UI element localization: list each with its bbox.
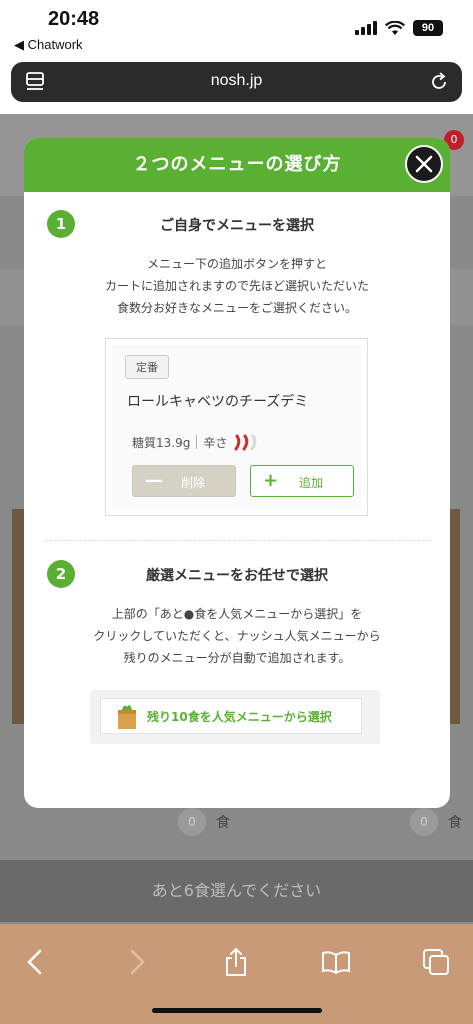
address-bar[interactable]: nosh.jp <box>11 62 462 102</box>
remaining-selection-banner: あと6食選んでください <box>0 860 473 922</box>
spice-label: 辛さ <box>203 435 228 450</box>
step-divider <box>44 540 430 541</box>
chili-pepper-icon <box>234 434 257 451</box>
plus-icon: + <box>263 470 279 491</box>
how-to-choose-modal: ２つのメニューの選び方 1 ご自身でメニューを選択 メニュー下の追加ボタンを押す… <box>24 138 450 808</box>
delete-button[interactable]: — 削除 <box>132 465 236 497</box>
menu-name: ロールキャベツのチーズデミ <box>127 394 309 410</box>
home-indicator <box>152 1008 322 1013</box>
step-2-title: 厳選メニューをお任せで選択 <box>146 568 328 584</box>
step-2-description: 上部の「あと●食を人気メニューから選択」を クリックしていただくと、ナッシュ人気… <box>93 607 381 665</box>
bookmarks-button[interactable] <box>314 940 358 984</box>
status-time: 20:48 <box>48 8 100 30</box>
chevron-right-icon <box>130 949 145 975</box>
close-icon <box>415 155 433 173</box>
tabs-button[interactable] <box>414 940 458 984</box>
grocery-bag-icon <box>118 705 136 729</box>
carbs-value: 糖質13.9g <box>132 435 191 450</box>
back-button[interactable] <box>13 940 57 984</box>
auto-select-button-frame: 残り10食を人気メニューから選択 <box>90 690 380 744</box>
step-1-title: ご自身でメニューを選択 <box>160 218 314 234</box>
browser-address-area: nosh.jp <box>0 58 473 114</box>
food-count-right: 0 <box>410 808 438 836</box>
status-bar: 20:48 ◀ Chatwork 90 <box>0 0 473 58</box>
step-1-description: メニュー下の追加ボタンを押すと カートに追加されますので先ほど選択いただいた 食… <box>104 257 369 315</box>
share-icon <box>226 947 246 976</box>
forward-button[interactable] <box>115 940 159 984</box>
share-button[interactable] <box>214 940 258 984</box>
menu-meta: 糖質13.9g 辛さ <box>132 433 261 451</box>
food-unit-left: 食 <box>216 815 230 831</box>
tabs-icon <box>423 949 449 975</box>
minus-icon: — <box>145 470 163 491</box>
close-modal-button[interactable] <box>405 145 443 183</box>
url-text: nosh.jp <box>210 72 263 89</box>
book-icon <box>322 951 350 974</box>
signal-icon <box>355 21 377 35</box>
wifi-icon <box>385 20 405 35</box>
auto-select-button[interactable]: 残り10食を人気メニューから選択 <box>100 698 362 734</box>
status-icons: 90 <box>355 20 443 36</box>
sample-menu-card: 定番 ロールキャベツのチーズデミ 糖質13.9g 辛さ — 削除 + 追加 <box>105 338 368 516</box>
menu-tag: 定番 <box>125 355 169 379</box>
back-to-app-link[interactable]: ◀ Chatwork <box>14 37 83 53</box>
battery-indicator: 90 <box>413 20 443 36</box>
food-count-left: 0 <box>178 808 206 836</box>
add-button[interactable]: + 追加 <box>250 465 354 497</box>
reload-icon[interactable] <box>428 71 450 93</box>
food-unit-right: 食 <box>448 815 462 831</box>
chevron-left-icon <box>27 949 42 975</box>
modal-title: ２つのメニューの選び方 <box>24 138 450 192</box>
